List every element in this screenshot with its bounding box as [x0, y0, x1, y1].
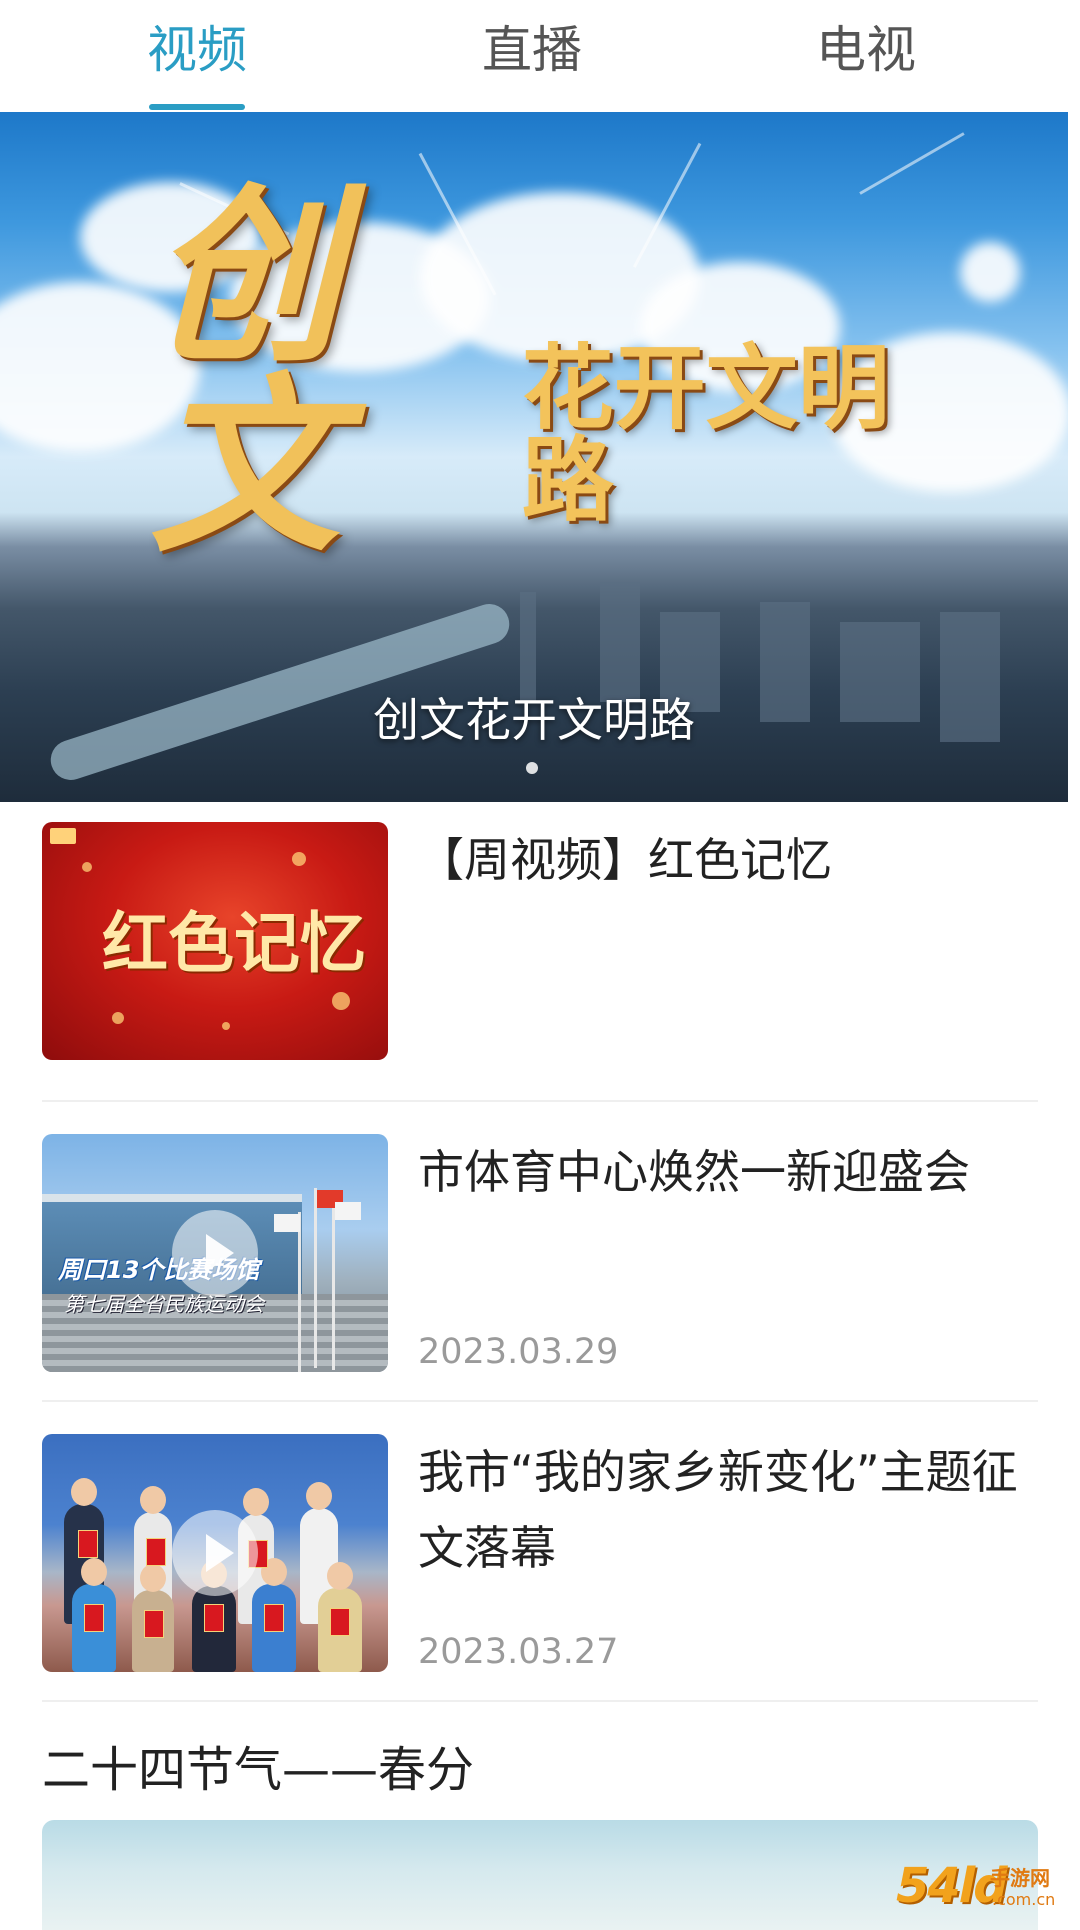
channel-logo-icon [50, 828, 76, 844]
divider [42, 1400, 1038, 1402]
news-title[interactable]: 市体育中心焕然一新迎盛会 [418, 1134, 1028, 1210]
thumbnail-subtext: 第七届全省民族运动会 [64, 1292, 264, 1316]
news-item[interactable]: 我市“我的家乡新变化”主题征文落幕 2023.03.27 [42, 1434, 1038, 1714]
certificate [330, 1608, 350, 1636]
flagpole [298, 1212, 301, 1372]
watermark-site-name: 手游网 [990, 1866, 1050, 1890]
certificate [78, 1530, 98, 1558]
person-head [327, 1562, 353, 1590]
active-tab-indicator [149, 104, 245, 110]
spark [82, 862, 92, 872]
person-head [71, 1478, 97, 1506]
certificate [84, 1604, 104, 1632]
news-title[interactable]: 【周视频】红色记忆 [418, 822, 1028, 898]
thumbnail-text: 红色记忆 [102, 904, 366, 982]
section-cover-image[interactable] [42, 1820, 1038, 1930]
person-head [306, 1482, 332, 1510]
site-watermark: 54ld 手游网 .com.cn [896, 1858, 1072, 1914]
news-date: 2023.03.27 [418, 1632, 619, 1672]
play-icon[interactable] [172, 1510, 258, 1596]
flagpole [314, 1188, 317, 1368]
hero-art-small-text: 花开文明路 [521, 334, 890, 534]
tab-video[interactable]: 视频 [97, 18, 297, 88]
carousel-dot[interactable] [526, 762, 538, 774]
person-head [243, 1488, 269, 1516]
news-thumbnail [42, 1434, 388, 1672]
divider [42, 1700, 1038, 1702]
certificate [204, 1604, 224, 1632]
watermark-domain: .com.cn [992, 1890, 1056, 1909]
person-head [140, 1564, 166, 1592]
flagpole [332, 1200, 335, 1370]
play-icon[interactable] [172, 1210, 258, 1296]
top-tab-bar: 视频 直播 电视 [0, 0, 1080, 112]
news-thumbnail: 红色记忆 [42, 822, 388, 1060]
tab-live[interactable]: 直播 [432, 18, 632, 88]
spark [222, 1022, 230, 1030]
news-date: 2023.03.29 [418, 1332, 619, 1372]
flag [274, 1214, 300, 1232]
hero-caption: 创文花开文明路 [373, 693, 695, 747]
news-item[interactable]: 周口13个比赛场馆 第七届全省民族运动会 市体育中心焕然一新迎盛会 2023.0… [42, 1134, 1038, 1414]
spark [112, 1012, 124, 1024]
news-title[interactable]: 我市“我的家乡新变化”主题征文落幕 [418, 1434, 1028, 1586]
spark [292, 852, 306, 866]
hero-art-big-text: 创文 [150, 165, 341, 578]
certificate [264, 1604, 284, 1632]
hero-banner[interactable]: 创文 花开文明路 创文花开文明路 [0, 112, 1068, 802]
person-head [81, 1558, 107, 1586]
news-thumbnail: 周口13个比赛场馆 第七届全省民族运动会 [42, 1134, 388, 1372]
section-title[interactable]: 二十四节气——春分 [42, 1730, 474, 1800]
divider [42, 1100, 1038, 1102]
flag [335, 1202, 361, 1220]
person-head [140, 1486, 166, 1514]
certificate [144, 1610, 164, 1638]
tab-tv[interactable]: 电视 [766, 18, 966, 88]
news-item[interactable]: 红色记忆 【周视频】红色记忆 [42, 822, 1038, 1102]
certificate [146, 1538, 166, 1566]
light-streak [859, 132, 965, 195]
spark [332, 992, 350, 1010]
cloud [960, 242, 1020, 302]
hero-title-art: 创文 花开文明路 [150, 182, 950, 562]
